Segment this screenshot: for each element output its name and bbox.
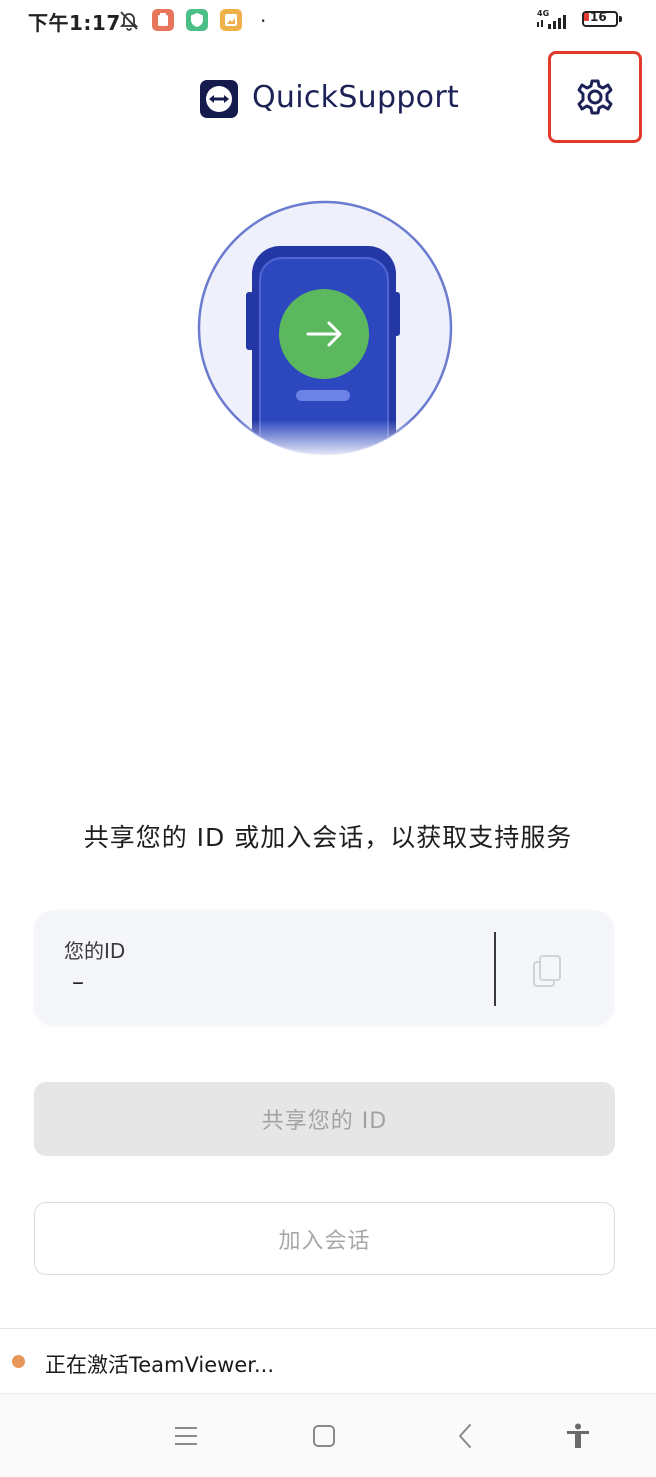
join-session-button[interactable]: 加入会话 bbox=[34, 1202, 615, 1275]
signal-icon: 4G bbox=[536, 8, 572, 32]
id-value: – bbox=[72, 968, 84, 996]
status-time: 下午1:17 bbox=[28, 11, 121, 35]
copy-id-button[interactable] bbox=[528, 950, 568, 990]
system-nav-bar bbox=[0, 1393, 656, 1477]
gallery-app-icon bbox=[220, 9, 242, 31]
shield-app-icon bbox=[186, 9, 208, 31]
status-more-dot: · bbox=[260, 9, 267, 33]
activation-status-dot bbox=[12, 1355, 25, 1368]
phone-illustration bbox=[196, 200, 454, 460]
app-title: QuickSupport bbox=[252, 80, 460, 115]
battery-level: 16 bbox=[590, 10, 607, 24]
muted-bell-icon bbox=[118, 9, 140, 31]
svg-text:4G: 4G bbox=[537, 9, 549, 18]
home-icon[interactable] bbox=[310, 1422, 338, 1450]
back-icon[interactable] bbox=[452, 1422, 480, 1450]
app-notification-icon bbox=[152, 9, 174, 31]
gear-icon bbox=[577, 79, 613, 115]
share-prompt-text: 共享您的 ID 或加入会话，以获取支持服务 bbox=[83, 823, 573, 852]
settings-button[interactable] bbox=[548, 51, 642, 143]
menu-icon[interactable] bbox=[172, 1422, 200, 1450]
copy-icon bbox=[533, 955, 561, 987]
id-divider bbox=[494, 932, 496, 1006]
teamviewer-logo-icon bbox=[200, 80, 238, 118]
accessibility-icon[interactable] bbox=[564, 1422, 592, 1450]
battery-icon: 16 bbox=[582, 10, 622, 29]
share-id-button[interactable]: 共享您的 ID bbox=[34, 1082, 615, 1156]
id-card bbox=[34, 910, 614, 1025]
status-bar: 下午1:17 · 4G 16 bbox=[0, 0, 656, 44]
id-label: 您的ID bbox=[64, 939, 126, 963]
divider bbox=[0, 1328, 656, 1329]
activation-status-text: 正在激活TeamViewer... bbox=[45, 1353, 274, 1377]
